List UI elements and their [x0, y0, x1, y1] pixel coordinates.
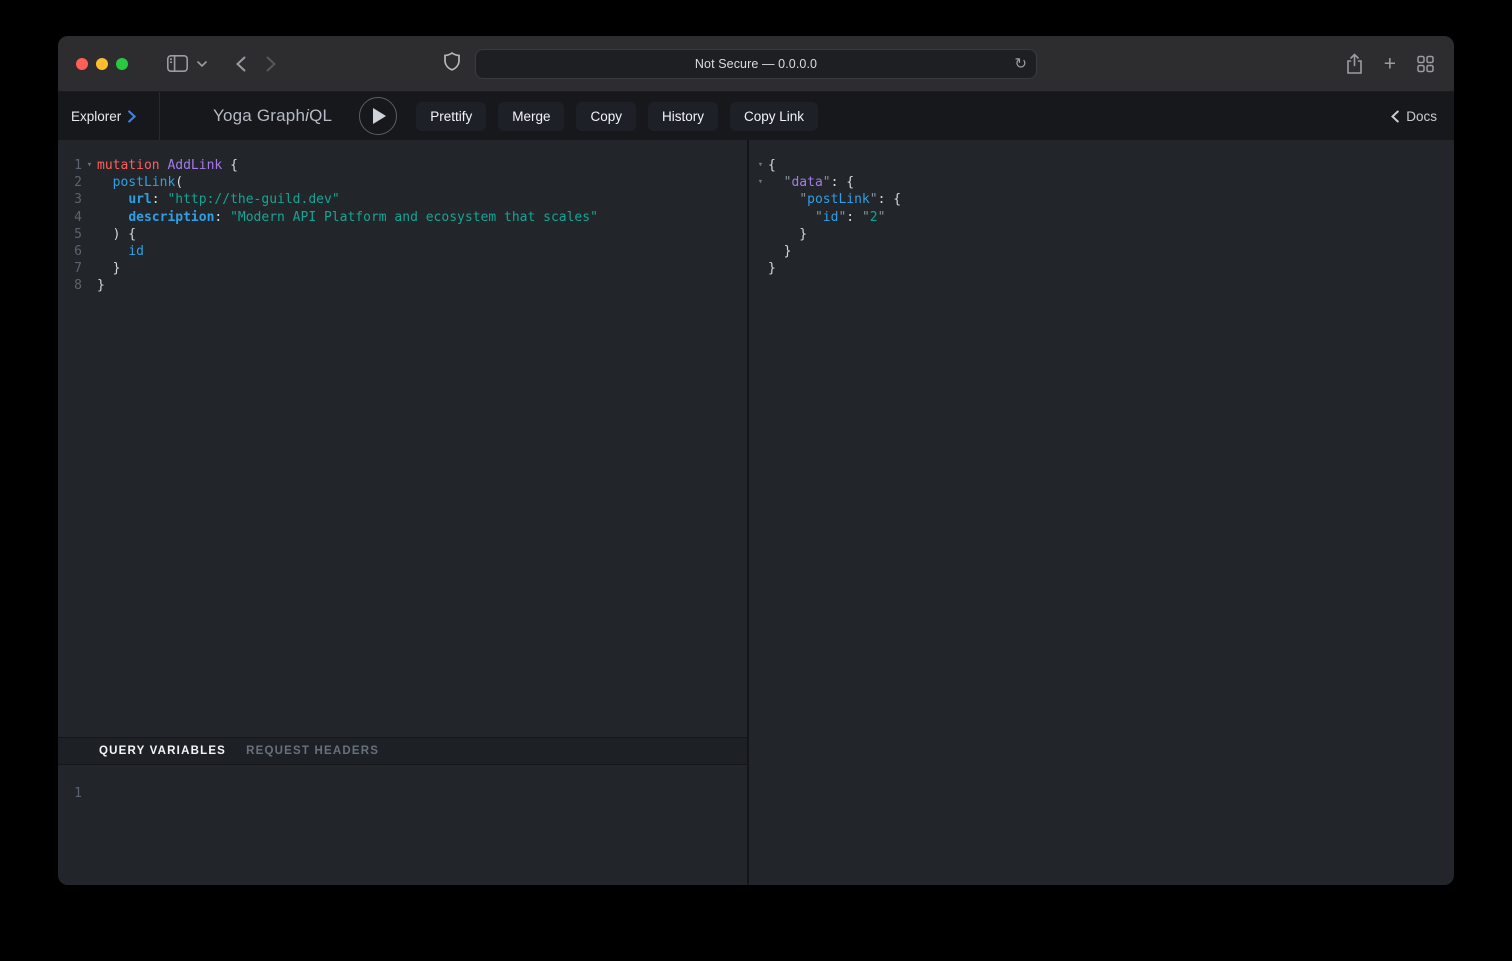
page-title: Yoga GraphiQL [213, 106, 332, 126]
graphiql-toolbar: Explorer Yoga GraphiQL Prettify Merge Co… [58, 92, 1454, 140]
fold-arrow-icon[interactable]: ▾ [753, 174, 768, 191]
back-button[interactable] [236, 56, 246, 72]
code-line[interactable]: 4 description: "Modern API Platform and … [58, 209, 747, 226]
line-number: 1 [58, 785, 82, 802]
code-line: "postLink": { [753, 191, 1454, 208]
line-number: 7 [58, 260, 82, 277]
copy-link-button[interactable]: Copy Link [730, 102, 818, 131]
code-line: "id": "2" [753, 209, 1454, 226]
line-number: 5 [58, 226, 82, 243]
code-line[interactable]: 3 url: "http://the-guild.dev" [58, 191, 747, 208]
address-bar-text: Not Secure — 0.0.0.0 [695, 57, 817, 71]
fold-spacer [753, 260, 768, 277]
line-number: 1 [58, 157, 82, 174]
share-icon[interactable] [1346, 53, 1363, 74]
query-variables-editor[interactable]: 1 [58, 765, 747, 885]
tab-overview-icon[interactable] [1417, 55, 1434, 72]
merge-button[interactable]: Merge [498, 102, 564, 131]
fold-spacer [753, 209, 768, 226]
fold-spacer [753, 226, 768, 243]
code-line: ▾{ [753, 157, 1454, 174]
explorer-toggle[interactable]: Explorer [58, 92, 160, 140]
minimize-window-button[interactable] [96, 58, 108, 70]
explorer-label: Explorer [71, 109, 121, 124]
new-tab-icon[interactable]: + [1384, 53, 1396, 74]
privacy-shield-icon[interactable] [444, 52, 460, 76]
fold-spacer [753, 243, 768, 260]
fold-arrow-icon[interactable]: ▾ [753, 157, 768, 174]
copy-button[interactable]: Copy [576, 102, 636, 131]
query-editor[interactable]: 1▾mutation AddLink {2 postLink(3 url: "h… [58, 140, 747, 737]
play-icon [373, 108, 386, 124]
close-window-button[interactable] [76, 58, 88, 70]
history-button[interactable]: History [648, 102, 718, 131]
code-line[interactable]: 5 ) { [58, 226, 747, 243]
code-line[interactable]: 6 id [58, 243, 747, 260]
browser-window: Not Secure — 0.0.0.0 ↻ + [58, 36, 1454, 885]
line-number: 4 [58, 209, 82, 226]
line-number: 8 [58, 277, 82, 294]
code-line: } [753, 260, 1454, 277]
code-line[interactable]: 8} [58, 277, 747, 294]
address-bar[interactable]: Not Secure — 0.0.0.0 ↻ [475, 49, 1037, 79]
fold-spacer [82, 243, 97, 260]
fold-spacer [82, 277, 97, 294]
docs-label: Docs [1406, 109, 1437, 124]
tab-query-variables[interactable]: QUERY VARIABLES [99, 745, 226, 757]
fold-spacer [82, 209, 97, 226]
code-line: } [753, 243, 1454, 260]
fold-spacer [753, 191, 768, 208]
zoom-window-button[interactable] [116, 58, 128, 70]
chevron-right-icon [128, 110, 136, 123]
forward-button[interactable] [266, 56, 276, 72]
response-viewer: ▾{▾ "data": { "postLink": { "id": "2" } … [749, 140, 1454, 885]
traffic-lights [76, 58, 128, 70]
code-line: } [753, 226, 1454, 243]
reload-icon[interactable]: ↻ [1014, 56, 1027, 71]
line-number: 3 [58, 191, 82, 208]
fold-spacer [82, 260, 97, 277]
fold-spacer [82, 174, 97, 191]
variables-tab-bar: QUERY VARIABLES REQUEST HEADERS [58, 737, 747, 765]
line-number: 6 [58, 243, 82, 260]
code-line[interactable]: 7 } [58, 260, 747, 277]
docs-button[interactable]: Docs [1391, 109, 1437, 124]
tab-request-headers[interactable]: REQUEST HEADERS [246, 745, 379, 757]
line-number: 2 [58, 174, 82, 191]
fold-spacer [82, 191, 97, 208]
code-line[interactable]: 1▾mutation AddLink { [58, 157, 747, 174]
browser-titlebar: Not Secure — 0.0.0.0 ↻ + [58, 36, 1454, 92]
chevron-left-icon [1391, 110, 1399, 123]
chevron-down-icon[interactable] [197, 61, 207, 67]
sidebar-toggle-icon[interactable] [167, 55, 188, 72]
fold-arrow-icon[interactable]: ▾ [82, 157, 97, 174]
execute-query-button[interactable] [359, 97, 397, 135]
prettify-button[interactable]: Prettify [416, 102, 486, 131]
query-pane: 1▾mutation AddLink {2 postLink(3 url: "h… [58, 140, 749, 885]
code-line[interactable]: 2 postLink( [58, 174, 747, 191]
code-line: ▾ "data": { [753, 174, 1454, 191]
fold-spacer [82, 226, 97, 243]
